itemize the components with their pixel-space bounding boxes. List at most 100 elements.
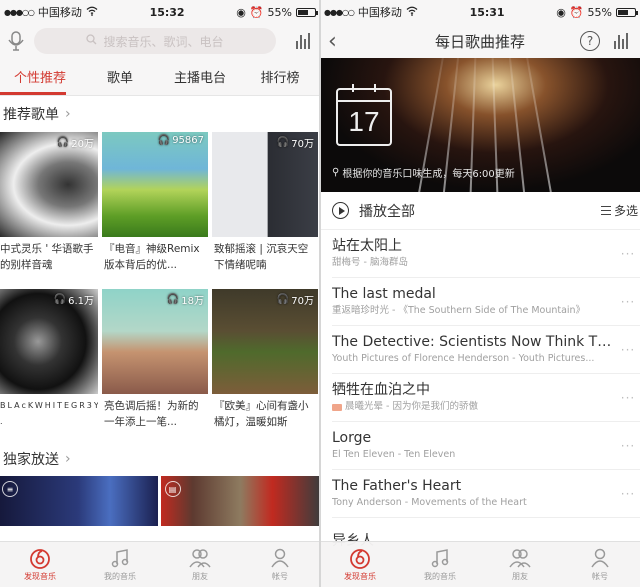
play-count: 🎧 95867 <box>157 135 204 146</box>
discover-tabs: 个性推荐 歌单 主播电台 排行榜 <box>0 58 320 96</box>
song-row[interactable]: 站在太阳上 甜梅号 - 脑海群岛 ··· <box>332 230 640 278</box>
voice-search-icon[interactable] <box>6 30 26 52</box>
tab-radio[interactable]: 主播电台 <box>160 58 240 95</box>
song-row[interactable]: 牺牲在血泊之中 晨曦光晕 - 因为你是我们的骄傲 ··· <box>332 374 640 422</box>
nav-discover-music[interactable]: 发现音乐 <box>0 542 80 587</box>
nav-label: 帐号 <box>592 572 608 581</box>
playlist-cover: 🎧 20万 <box>0 132 98 237</box>
battery-percent: 55% <box>587 5 612 19</box>
song-artist-album: 甜梅号 - 脑海群岛 <box>332 257 408 268</box>
playlist-cover: 🎧 6.1万 <box>0 289 98 394</box>
tab-charts[interactable]: 排行榜 <box>240 58 320 95</box>
playlist-grid: 🎧 20万 中式灵乐 ' 华语歌手的别样音魂 🎧 95867 『电音』神级Remix… <box>0 132 320 446</box>
search-input[interactable]: 搜索音乐、歌词、电台 <box>34 28 276 54</box>
signal-icon: ●●●○○ <box>324 7 355 17</box>
nav-account[interactable]: 帐号 <box>240 542 320 587</box>
playlist-card[interactable]: 🎧 70万 『欧美』心间有盏小橘灯，温暖如斯 <box>212 289 318 446</box>
nav-friends[interactable]: 朋友 <box>160 542 240 587</box>
play-count: 🎧 70万 <box>276 294 314 307</box>
playlist-title: 『电音』神级Remix版本背后的优... <box>104 243 200 271</box>
playlist-title: 亮色调后摇！为新的一年添上一笔... <box>104 400 199 428</box>
back-icon[interactable]: ‹ <box>328 29 352 54</box>
playlist-title: 『欧美』心间有盏小橘灯，温暖如斯 <box>214 400 309 428</box>
search-icon <box>86 34 97 48</box>
song-row[interactable]: The last medal 重返暗珍时光 - 《The Southern Si… <box>332 278 640 326</box>
account-icon <box>271 548 289 568</box>
now-playing-icon[interactable] <box>610 30 632 52</box>
playlist-cover: 🎧 70万 <box>212 132 318 237</box>
nav-label: 发现音乐 <box>344 572 376 581</box>
friends-icon <box>189 549 211 568</box>
song-artist-album: Youth Pictures of Florence Henderson - Y… <box>332 353 595 364</box>
song-artist-album: 晨曦光晕 - 因为你是我们的骄傲 <box>332 400 616 414</box>
more-icon[interactable]: ··· <box>616 439 640 453</box>
battery-icon <box>296 7 318 17</box>
calendar-icon: 17 <box>336 84 392 146</box>
more-icon[interactable]: ··· <box>616 247 640 261</box>
tab-playlists[interactable]: 歌单 <box>80 58 160 95</box>
playlist-cover: 🎧 95867 <box>102 132 208 237</box>
play-all-button[interactable]: 播放全部 <box>359 201 415 221</box>
song-artist-album: 重返暗珍时光 - 《The Southern Side of The Mount… <box>332 305 586 316</box>
daily-recommend-screen: ●●●○○ 中国移动 15:31 ◉ ⏰ 55% ‹ 每日歌曲推荐 ? 17 ⚲… <box>320 0 640 587</box>
nav-account[interactable]: 帐号 <box>560 542 640 587</box>
playlist-title: 中式灵乐 ' 华语歌手的别样音魂 <box>0 243 94 271</box>
status-bar: ●●●○○ 中国移动 15:31 ◉ ⏰ 55% <box>320 0 640 24</box>
play-count: 🎧 18万 <box>166 294 204 307</box>
rotation-lock-icon: ◉ <box>556 5 566 19</box>
song-row[interactable]: The Father's Heart Tony Anderson - Movem… <box>332 470 640 518</box>
tab-personal-recommend[interactable]: 个性推荐 <box>0 58 80 95</box>
song-artist-album: El Ten Eleven - Ten Eleven <box>332 449 456 460</box>
daily-hero-banner: 17 ⚲ 根据你的音乐口味生成，每天6:00更新 <box>320 58 640 192</box>
friends-icon <box>509 549 531 568</box>
chevron-right-icon: › <box>65 451 71 467</box>
playlist-cover: 🎧 70万 <box>212 289 318 394</box>
more-icon[interactable]: ··· <box>616 295 640 309</box>
nav-label: 朋友 <box>192 572 208 581</box>
song-row[interactable]: Lorge El Ten Eleven - Ten Eleven ··· <box>332 422 640 470</box>
status-time: 15:31 <box>469 5 505 19</box>
playlist-card[interactable]: 🎧 20万 中式灵乐 ' 华语歌手的别样音魂 <box>0 132 98 289</box>
wifi-icon <box>86 6 98 19</box>
exclusive-banners: ≡ ▤ <box>0 476 320 526</box>
playlist-card[interactable]: 🎧 95867 『电音』神级Remix版本背后的优... <box>102 132 208 289</box>
calendar-day: 17 <box>348 106 380 137</box>
bottom-nav: 发现音乐 我的音乐 朋友 帐号 <box>320 541 640 587</box>
multi-select-button[interactable]: 多选 <box>600 202 640 219</box>
exclusive-header[interactable]: 独家放送 › <box>0 442 320 476</box>
headphones-icon: 🎧 <box>56 137 70 148</box>
account-icon <box>591 548 609 568</box>
song-list: 站在太阳上 甜梅号 - 脑海群岛 ··· The last medal 重返暗珍… <box>320 230 640 566</box>
nav-label: 我的音乐 <box>424 572 456 581</box>
playlist-card[interactable]: 🎧 70万 致郁摇滚 | 沉哀天空下情绪呢喃 <box>212 132 318 289</box>
headphones-icon: 🎧 <box>276 137 290 148</box>
more-icon[interactable]: ··· <box>616 487 640 501</box>
nav-my-music[interactable]: 我的音乐 <box>400 542 480 587</box>
nav-discover-music[interactable]: 发现音乐 <box>320 542 400 587</box>
recommended-playlists-header[interactable]: 推荐歌单 › <box>0 96 320 132</box>
panel-divider <box>319 0 321 587</box>
carrier-label: 中国移动 <box>357 6 402 19</box>
playlist-card[interactable]: 🎧 18万 亮色调后摇！为新的一年添上一笔... <box>102 289 208 446</box>
headphones-icon: 🎧 <box>276 294 290 305</box>
song-row[interactable]: The Detective: Scientists Now Think Th..… <box>332 326 640 374</box>
signal-icon: ●●●○○ <box>4 7 35 17</box>
now-playing-icon[interactable] <box>292 30 314 52</box>
help-icon[interactable]: ? <box>580 31 600 51</box>
more-icon[interactable]: ··· <box>616 343 640 357</box>
nav-my-music[interactable]: 我的音乐 <box>80 542 160 587</box>
alarm-icon: ⏰ <box>569 5 584 19</box>
play-circle-icon[interactable] <box>332 202 349 219</box>
nav-friends[interactable]: 朋友 <box>480 542 560 587</box>
hero-note: ⚲ 根据你的音乐口味生成，每天6:00更新 <box>332 167 515 180</box>
playlist-card[interactable]: 🎧 6.1万 BLAcKWHITEGR3Y . <box>0 289 98 446</box>
music-note-icon <box>431 549 449 568</box>
play-count: 🎧 70万 <box>276 137 314 150</box>
more-icon[interactable]: ··· <box>616 391 640 405</box>
status-bar: ●●●○○ 中国移动 15:32 ◉ ⏰ 55% <box>0 0 320 24</box>
status-time: 15:32 <box>149 5 185 19</box>
exclusive-banner[interactable]: ▤ <box>160 476 320 526</box>
song-title: The Father's Heart <box>332 478 462 494</box>
carrier-label: 中国移动 <box>37 6 82 19</box>
exclusive-banner[interactable]: ≡ <box>0 476 158 526</box>
